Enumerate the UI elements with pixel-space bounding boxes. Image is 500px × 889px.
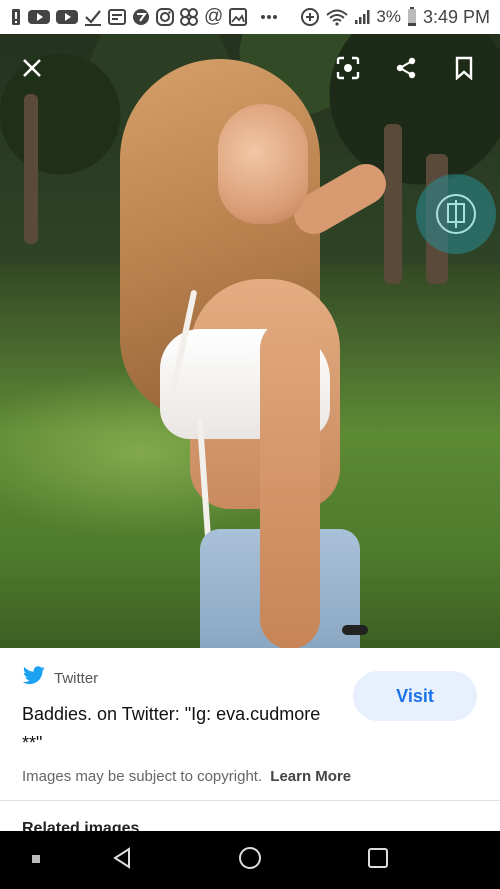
back-triangle-icon [111, 846, 133, 875]
gallery-icon [229, 7, 248, 27]
home-circle-icon [238, 846, 262, 875]
tree-trunk [24, 94, 38, 244]
notification-icons: @ [10, 6, 278, 27]
lens-icon [336, 56, 360, 85]
recents-dot-button[interactable] [24, 848, 48, 872]
signal-icon [354, 7, 370, 27]
back-button[interactable] [110, 846, 134, 875]
subject-arm-down [260, 319, 320, 648]
wifi-icon [326, 7, 349, 27]
overview-square-icon [367, 847, 389, 874]
learn-more-link[interactable]: Learn More [270, 768, 351, 785]
copyright-notice: Images may be subject to copyright. Lear… [22, 768, 351, 785]
square-dot-icon [31, 851, 41, 869]
share-icon [394, 56, 418, 85]
subject-face [218, 104, 308, 224]
overview-button[interactable] [366, 847, 390, 874]
result-title[interactable]: Baddies. on Twitter: "Ig: eva.cudmore **… [22, 700, 322, 758]
close-button[interactable] [14, 52, 50, 88]
divider [0, 800, 500, 801]
home-button[interactable] [238, 846, 262, 875]
share-button[interactable] [388, 52, 424, 88]
alert-icon [10, 7, 22, 27]
twitter-icon [22, 666, 46, 691]
status-bar: @ 3% 3:49 PM [0, 0, 500, 34]
system-nav-bar [0, 831, 500, 889]
check-icon [84, 7, 102, 27]
instagram-icon [156, 7, 174, 27]
close-icon [22, 58, 42, 83]
source-row[interactable]: Twitter [22, 666, 98, 691]
subject-bracelet [342, 625, 368, 635]
result-panel: Twitter Baddies. on Twitter: "Ig: eva.cu… [0, 648, 500, 837]
youtube-icon [56, 7, 78, 27]
pinwheel-icon [180, 7, 198, 27]
at-icon: @ [204, 6, 224, 27]
app-icon [132, 7, 150, 27]
source-name: Twitter [54, 670, 99, 687]
lens-button[interactable] [330, 52, 366, 88]
clock: 3:49 PM [422, 6, 490, 27]
photo-subject [120, 59, 400, 648]
visit-button[interactable]: Visit [353, 671, 477, 721]
image-preview[interactable] [0, 34, 500, 648]
more-dots-icon [261, 7, 278, 27]
battery-icon [407, 7, 417, 27]
news-icon [108, 7, 126, 27]
system-status: 3% 3:49 PM [300, 7, 490, 28]
copyright-text: Images may be subject to copyright. [22, 768, 263, 785]
viewer-toolbar [0, 34, 500, 104]
bookmark-icon [454, 56, 474, 85]
data-saver-icon [300, 7, 320, 27]
bookmark-button[interactable] [446, 52, 482, 88]
youtube-icon [28, 7, 50, 27]
watermark-logo [416, 174, 496, 254]
battery-percent: 3% [376, 7, 401, 26]
